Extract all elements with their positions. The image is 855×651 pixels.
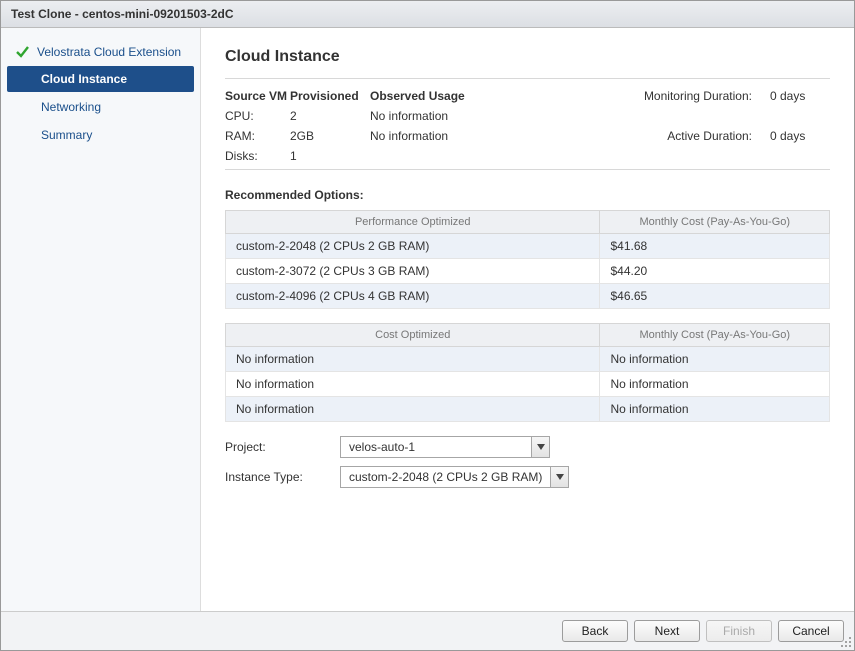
project-row: Project: velos-auto-1 [225, 436, 830, 458]
table-row[interactable]: No information No information [226, 372, 830, 397]
monitoring-duration-label: Monitoring Duration: [644, 89, 770, 103]
row-disks-prov: 1 [290, 149, 370, 163]
table-row[interactable]: custom-2-2048 (2 CPUs 2 GB RAM) $41.68 [226, 234, 830, 259]
table-row[interactable]: custom-2-4096 (2 CPUs 4 GB RAM) $46.65 [226, 284, 830, 309]
row-ram-label: RAM: [225, 129, 290, 143]
separator [225, 78, 830, 79]
sidebar-item-label: Summary [41, 128, 92, 142]
costopt-header: Cost Optimized [226, 324, 600, 347]
sidebar-step-velostrata: Velostrata Cloud Extension [1, 40, 200, 64]
cost-optimized-table: Cost Optimized Monthly Cost (Pay-As-You-… [225, 323, 830, 422]
separator [225, 169, 830, 170]
recommended-options-label: Recommended Options: [225, 188, 830, 202]
table-row[interactable]: No information No information [226, 347, 830, 372]
instance-type-select[interactable]: custom-2-2048 (2 CPUs 2 GB RAM) [340, 466, 569, 488]
table-row[interactable]: custom-2-3072 (2 CPUs 3 GB RAM) $44.20 [226, 259, 830, 284]
page-title: Cloud Instance [225, 48, 830, 66]
perf-row-name: custom-2-4096 (2 CPUs 4 GB RAM) [226, 284, 600, 309]
wizard-footer: Back Next Finish Cancel [1, 611, 854, 650]
row-cpu-label: CPU: [225, 109, 290, 123]
sidebar-step-label: Velostrata Cloud Extension [37, 45, 181, 59]
source-vm-grid: Source VM Provisioned Observed Usage Mon… [225, 89, 830, 163]
active-duration-label: Active Duration: [644, 129, 770, 143]
check-icon [15, 45, 29, 59]
perf-row-cost: $41.68 [600, 234, 830, 259]
row-ram-obs: No information [370, 129, 570, 143]
instance-type-value: custom-2-2048 (2 CPUs 2 GB RAM) [341, 467, 550, 487]
active-duration-value: 0 days [770, 129, 830, 143]
monitoring-duration-value: 0 days [770, 89, 830, 103]
back-button[interactable]: Back [562, 620, 628, 642]
row-cpu-prov: 2 [290, 109, 370, 123]
sidebar-item-label: Networking [41, 100, 101, 114]
performance-table: Performance Optimized Monthly Cost (Pay-… [225, 210, 830, 309]
window-body: Velostrata Cloud Extension Cloud Instanc… [1, 28, 854, 611]
perf-row-name: custom-2-3072 (2 CPUs 3 GB RAM) [226, 259, 600, 284]
row-cpu-obs: No information [370, 109, 570, 123]
perf-row-cost: $44.20 [600, 259, 830, 284]
main-panel: Cloud Instance Source VM Provisioned Obs… [201, 28, 854, 611]
project-label: Project: [225, 440, 340, 454]
project-value: velos-auto-1 [341, 437, 531, 457]
cost-row-name: No information [226, 347, 600, 372]
cost-row-name: No information [226, 372, 600, 397]
chevron-down-icon [550, 467, 568, 487]
row-ram-prov: 2GB [290, 129, 370, 143]
sidebar-item-cloud-instance[interactable]: Cloud Instance [7, 66, 194, 92]
next-button[interactable]: Next [634, 620, 700, 642]
sidebar-item-networking[interactable]: Networking [7, 94, 194, 120]
wizard-window: Test Clone - centos-mini-09201503-2dC Ve… [0, 0, 855, 651]
cost-row-name: No information [226, 397, 600, 422]
cost-row-cost: No information [600, 347, 830, 372]
window-title: Test Clone - centos-mini-09201503-2dC [1, 1, 854, 28]
chevron-down-icon [531, 437, 549, 457]
perf-row-name: custom-2-2048 (2 CPUs 2 GB RAM) [226, 234, 600, 259]
table-row[interactable]: No information No information [226, 397, 830, 422]
perf-header: Performance Optimized [226, 211, 600, 234]
costopt-cost-header: Monthly Cost (Pay-As-You-Go) [600, 324, 830, 347]
wizard-sidebar: Velostrata Cloud Extension Cloud Instanc… [1, 28, 201, 611]
instance-type-label: Instance Type: [225, 470, 340, 484]
col-provisioned: Provisioned [290, 89, 370, 103]
row-disks-label: Disks: [225, 149, 290, 163]
perf-row-cost: $46.65 [600, 284, 830, 309]
col-observed: Observed Usage [370, 89, 570, 103]
sidebar-item-label: Cloud Instance [41, 72, 127, 86]
project-select[interactable]: velos-auto-1 [340, 436, 550, 458]
col-source-vm: Source VM [225, 89, 290, 103]
cancel-button[interactable]: Cancel [778, 620, 844, 642]
perf-cost-header: Monthly Cost (Pay-As-You-Go) [600, 211, 830, 234]
cost-row-cost: No information [600, 397, 830, 422]
finish-button: Finish [706, 620, 772, 642]
resize-grip-icon[interactable] [840, 636, 852, 648]
cost-row-cost: No information [600, 372, 830, 397]
instance-type-row: Instance Type: custom-2-2048 (2 CPUs 2 G… [225, 466, 830, 488]
sidebar-item-summary[interactable]: Summary [7, 122, 194, 148]
